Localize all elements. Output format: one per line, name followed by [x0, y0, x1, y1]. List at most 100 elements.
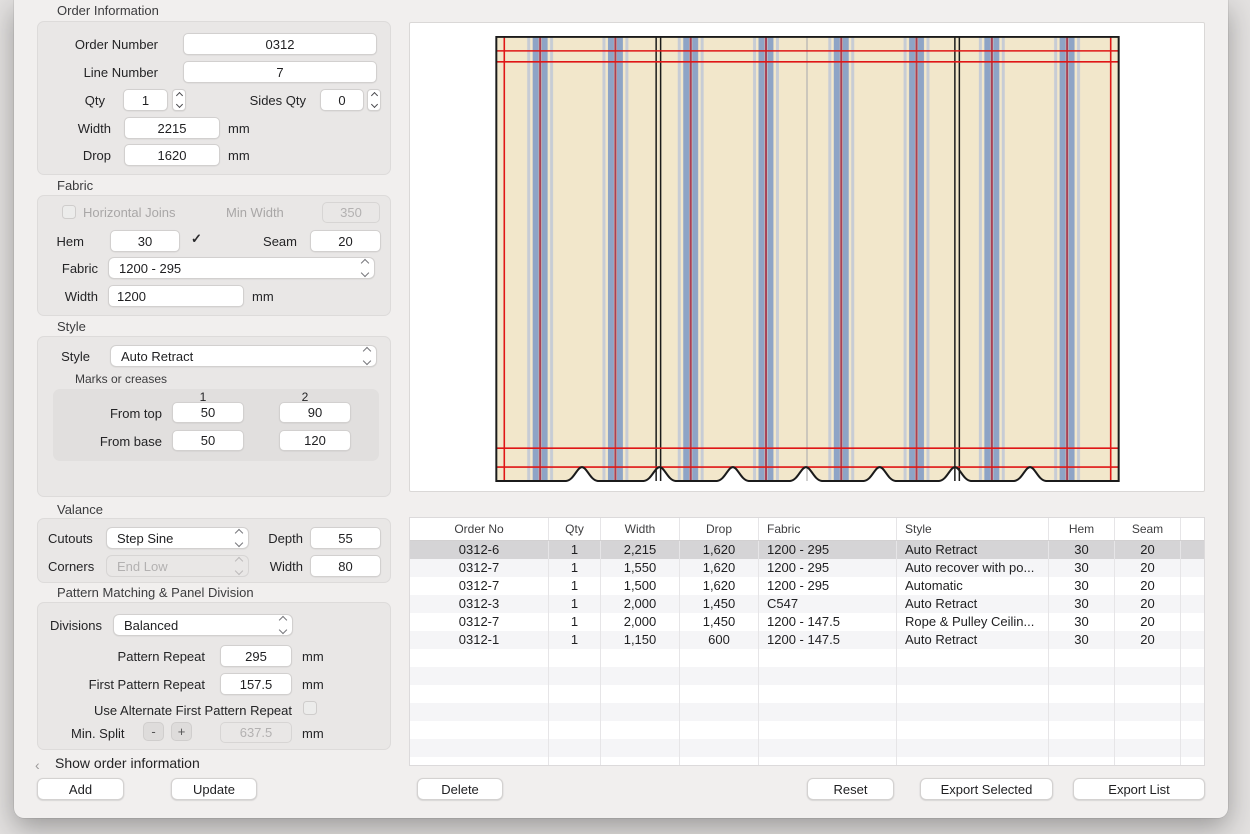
table-header-cell[interactable]: Seam: [1115, 518, 1181, 540]
table-row[interactable]: 0312-612,2151,6201200 - 295Auto Retract3…: [410, 541, 1204, 559]
curtain-preview-panel: [409, 22, 1205, 492]
add-button[interactable]: Add: [37, 778, 124, 800]
table-header-cell[interactable]: Fabric: [759, 518, 897, 540]
table-empty-row[interactable]: [410, 649, 1204, 667]
hem-checkmark-icon[interactable]: ✓: [191, 231, 202, 247]
table-empty-row[interactable]: [410, 721, 1204, 739]
table-header-cell[interactable]: Width: [601, 518, 680, 540]
first-pattern-repeat-label: First Pattern Repeat: [65, 677, 205, 692]
table-row[interactable]: 0312-111,1506001200 - 147.5Auto Retract3…: [410, 631, 1204, 649]
divisions-select-value: Balanced: [124, 618, 274, 633]
table-row[interactable]: 0312-711,5001,6201200 - 295Automatic3020: [410, 577, 1204, 595]
qty-stepper[interactable]: [172, 89, 186, 111]
fabric-width-unit: mm: [252, 289, 274, 304]
sides-qty-stepper[interactable]: [367, 89, 381, 111]
corners-label: Corners: [48, 559, 94, 574]
order-lines-table: Order NoQtyWidthDropFabricStyleHemSeam 0…: [409, 517, 1205, 766]
line-number-label: Line Number: [54, 65, 158, 80]
from-base-2-input[interactable]: [279, 430, 351, 451]
popup-chevrons-icon: [236, 530, 242, 546]
table-header-cell[interactable]: Order No: [410, 518, 549, 540]
style-label: Style: [54, 349, 90, 364]
fabric-width-label: Width: [54, 289, 98, 304]
chevron-left-icon[interactable]: ‹: [35, 757, 40, 773]
export-selected-button[interactable]: Export Selected: [920, 778, 1053, 800]
popup-chevrons-icon: [362, 260, 368, 276]
stepper-up-icon: [370, 92, 377, 99]
first-pattern-repeat-input[interactable]: [220, 673, 292, 695]
line-number-input[interactable]: [183, 61, 377, 83]
seam-input[interactable]: [310, 230, 381, 252]
pattern-repeat-input[interactable]: [220, 645, 292, 667]
order-width-input[interactable]: [124, 117, 220, 139]
valance-width-label: Width: [257, 559, 303, 574]
order-drop-label: Drop: [66, 148, 111, 163]
reset-button[interactable]: Reset: [807, 778, 894, 800]
table-row[interactable]: 0312-711,5501,6201200 - 295Auto recover …: [410, 559, 1204, 577]
divisions-label: Divisions: [50, 618, 102, 633]
export-list-button[interactable]: Export List: [1073, 778, 1205, 800]
order-drop-input[interactable]: [124, 144, 220, 166]
order-number-input[interactable]: [183, 33, 377, 55]
cutouts-select-value: Step Sine: [117, 531, 230, 546]
from-base-label: From base: [72, 434, 162, 449]
table-row[interactable]: 0312-712,0001,4501200 - 147.5Rope & Pull…: [410, 613, 1204, 631]
table-header-cell[interactable]: Style: [897, 518, 1049, 540]
from-top-label: From top: [72, 406, 162, 421]
order-number-label: Order Number: [54, 37, 158, 52]
marks-or-creases-label: Marks or creases: [75, 372, 167, 386]
style-select[interactable]: Auto Retract: [110, 345, 377, 367]
style-section-label: Style: [57, 319, 86, 334]
table-header-cell[interactable]: Hem: [1049, 518, 1115, 540]
order-drop-unit: mm: [228, 148, 250, 163]
fabric-select[interactable]: 1200 - 295: [108, 257, 375, 279]
popup-chevrons-icon: [280, 617, 286, 633]
table-empty-row[interactable]: [410, 685, 1204, 703]
table-body: 0312-612,2151,6201200 - 295Auto Retract3…: [410, 541, 1204, 766]
from-base-1-input[interactable]: [172, 430, 244, 451]
cutouts-select[interactable]: Step Sine: [106, 527, 249, 549]
order-width-unit: mm: [228, 121, 250, 136]
divisions-select[interactable]: Balanced: [113, 614, 293, 636]
table-row[interactable]: 0312-312,0001,450C547Auto Retract3020: [410, 595, 1204, 613]
depth-label: Depth: [257, 531, 303, 546]
horizontal-joins-label: Horizontal Joins: [83, 205, 176, 220]
pattern-repeat-unit: mm: [302, 649, 324, 664]
order-information-section-label: Order Information: [57, 3, 159, 18]
stepper-down-icon: [370, 101, 377, 108]
fabric-select-value: 1200 - 295: [119, 261, 356, 276]
use-alternate-checkbox[interactable]: [303, 701, 317, 715]
valance-width-input[interactable]: [310, 555, 381, 577]
pattern-section-label: Pattern Matching & Panel Division: [57, 585, 254, 600]
show-order-information-link[interactable]: Show order information: [55, 755, 200, 771]
delete-button[interactable]: Delete: [417, 778, 503, 800]
update-button[interactable]: Update: [171, 778, 257, 800]
popup-chevrons-icon: [364, 348, 370, 364]
fabric-width-input[interactable]: [108, 285, 244, 307]
table-header-cell[interactable]: Qty: [549, 518, 601, 540]
table-empty-row[interactable]: [410, 757, 1204, 766]
min-split-plus-button[interactable]: +: [171, 722, 192, 741]
depth-input[interactable]: [310, 527, 381, 549]
min-split-minus-button[interactable]: -: [143, 722, 164, 741]
fabric-label: Fabric: [54, 261, 98, 276]
table-header-row: Order NoQtyWidthDropFabricStyleHemSeam: [410, 518, 1204, 541]
sides-qty-input[interactable]: [320, 89, 364, 111]
table-empty-row[interactable]: [410, 667, 1204, 685]
horizontal-joins-checkbox[interactable]: [62, 205, 76, 219]
stepper-down-icon: [175, 101, 182, 108]
fabric-section-label: Fabric: [57, 178, 93, 193]
table-empty-row[interactable]: [410, 703, 1204, 721]
from-top-2-input[interactable]: [279, 402, 351, 423]
curtain-preview-drawing: [410, 23, 1204, 491]
from-top-1-input[interactable]: [172, 402, 244, 423]
table-header-cell[interactable]: Drop: [680, 518, 759, 540]
qty-input[interactable]: [123, 89, 168, 111]
table-empty-row[interactable]: [410, 739, 1204, 757]
order-width-label: Width: [66, 121, 111, 136]
style-select-value: Auto Retract: [121, 349, 358, 364]
hem-input[interactable]: [110, 230, 180, 252]
hem-label: Hem: [44, 234, 84, 249]
app-window: Order Information Order Number Line Numb…: [14, 0, 1228, 818]
valance-section-label: Valance: [57, 502, 103, 517]
